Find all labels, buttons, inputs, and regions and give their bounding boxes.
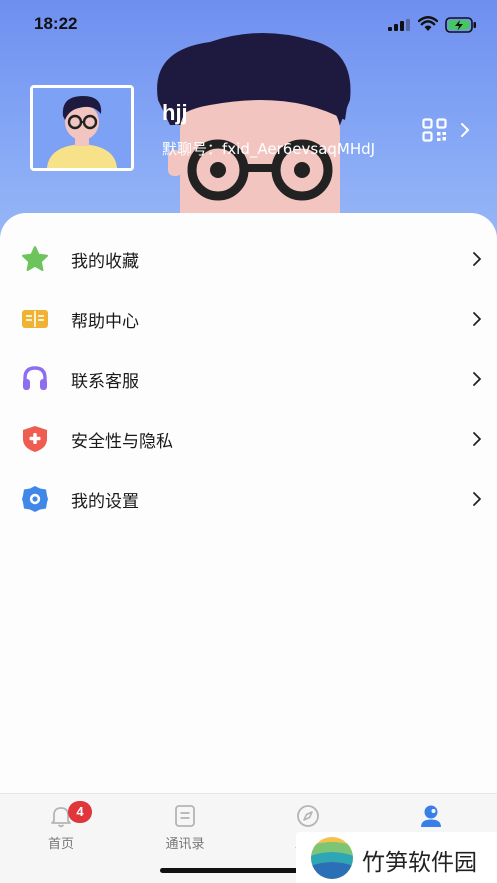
menu-item-help-center[interactable]: 帮助中心 [0, 289, 497, 349]
username: hjj [162, 100, 188, 125]
tab-home[interactable]: 首页 4 [16, 801, 106, 854]
qr-code-button[interactable] [422, 117, 474, 143]
status-time: 18:22 [34, 14, 78, 33]
book-icon [22, 310, 48, 328]
chevron-right-icon [473, 252, 481, 266]
chevron-right-icon [461, 123, 469, 137]
headset-icon [23, 366, 47, 390]
watermark-text: 竹笋软件园 [362, 850, 477, 876]
menu-item-favorites[interactable]: 我的收藏 [0, 229, 497, 289]
user-icon [421, 805, 441, 827]
menu-label: 联系客服 [71, 372, 139, 392]
qr-code-icon [422, 118, 447, 142]
menu-label: 帮助中心 [71, 312, 139, 332]
menu-item-settings[interactable]: 我的设置 [0, 469, 497, 529]
star-icon [22, 246, 48, 271]
tab-label: 通讯录 [165, 837, 205, 852]
menu-label: 安全性与隐私 [71, 432, 173, 452]
tab-label: 首页 [47, 837, 74, 852]
shield-plus-icon [23, 426, 47, 452]
status-bar: 18:22 [0, 0, 497, 50]
contacts-icon [175, 805, 195, 827]
menu-label: 我的收藏 [71, 252, 139, 272]
menu-label: 我的设置 [71, 492, 139, 512]
chevron-right-icon [473, 372, 481, 386]
chevron-right-icon [473, 312, 481, 326]
wifi-icon [418, 16, 438, 31]
account-id: 默聊号：fxid_Aer6evsaqMHdJ [162, 140, 376, 158]
gear-icon [22, 486, 48, 512]
menu-item-customer-service[interactable]: 联系客服 [0, 349, 497, 409]
cellular-signal-icon [388, 19, 410, 31]
avatar[interactable] [30, 85, 134, 171]
tab-contacts[interactable]: 通讯录 [140, 804, 230, 854]
menu-item-security-privacy[interactable]: 安全性与隐私 [0, 409, 497, 469]
cartoon-avatar-icon [33, 88, 131, 168]
menu-panel: 我的收藏 帮助中心 联系客服 安全性与隐私 我的设置 [0, 213, 497, 793]
notification-badge: 4 [68, 801, 92, 823]
chevron-right-icon [473, 432, 481, 446]
chevron-right-icon [473, 492, 481, 506]
watermark: 竹笋软件园 [296, 832, 497, 883]
battery-charging-icon [445, 17, 476, 33]
compass-icon [297, 805, 319, 827]
watermark-logo-icon [311, 837, 353, 879]
